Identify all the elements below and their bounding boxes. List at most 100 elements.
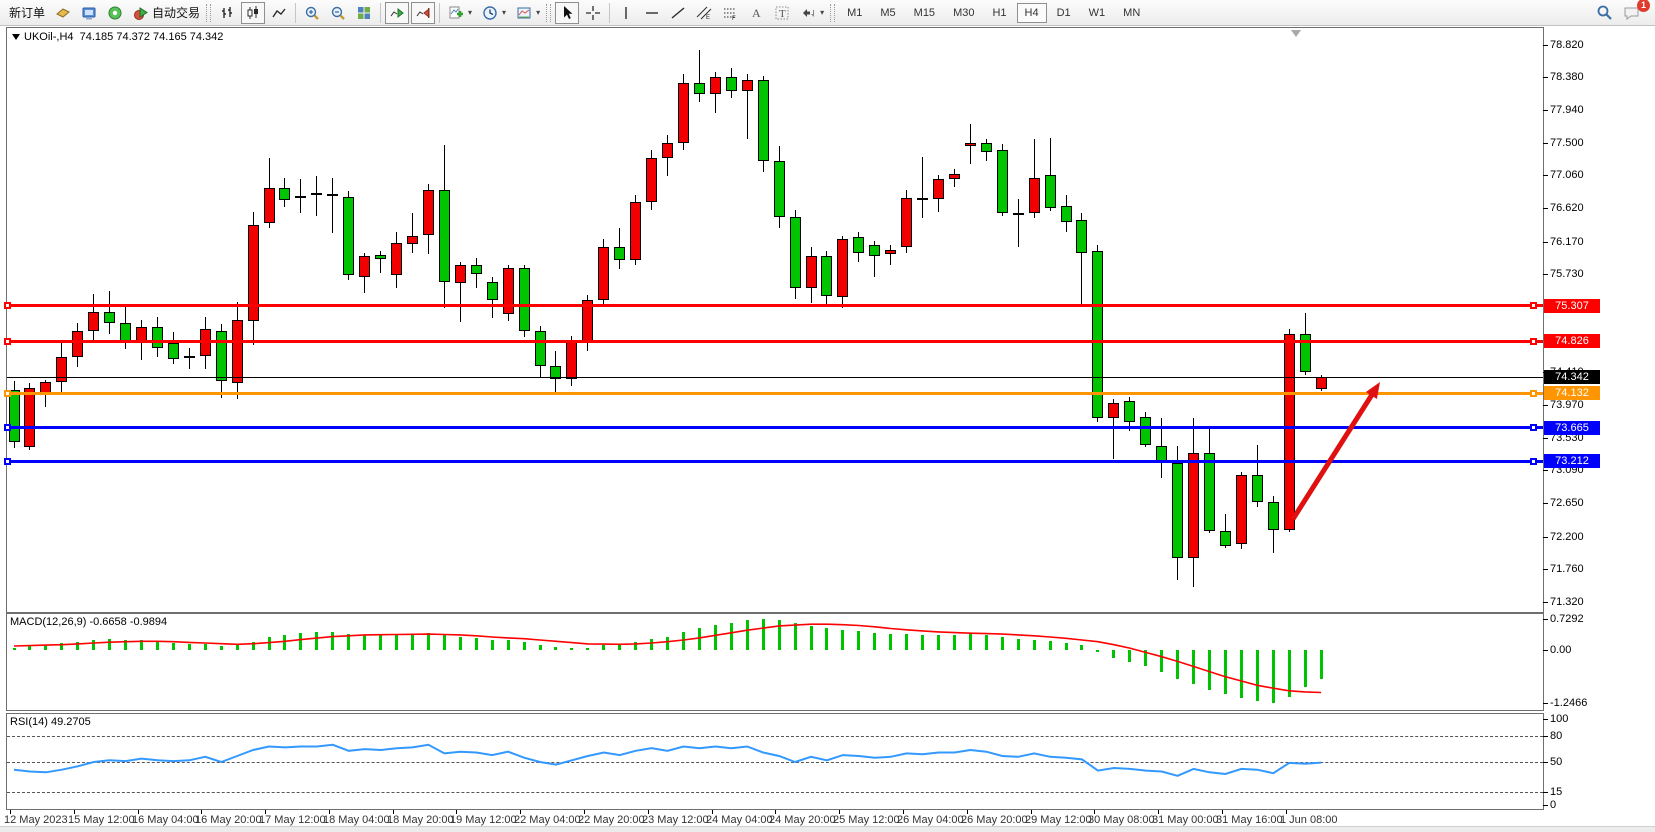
candle-body <box>1076 220 1087 253</box>
horizontal-line-object[interactable] <box>7 426 1543 429</box>
time-axis-label: 16 May 04:00 <box>132 814 199 826</box>
notifications-button[interactable]: 1 <box>1619 2 1645 24</box>
cursor-button[interactable] <box>555 2 579 24</box>
signals-button[interactable] <box>103 2 127 24</box>
candle-wick <box>890 245 891 264</box>
candle-body <box>901 198 912 247</box>
timeframe-mn-button[interactable]: MN <box>1115 3 1148 23</box>
time-axis-label: 26 May 04:00 <box>897 814 964 826</box>
candle-body <box>471 265 482 273</box>
horizontal-line-button[interactable] <box>640 2 664 24</box>
line-anchor-handle[interactable] <box>4 338 11 345</box>
svg-text:A: A <box>752 6 761 20</box>
chart-shift-button[interactable] <box>411 2 435 24</box>
candle-body <box>1236 475 1247 544</box>
candlestick-chart-icon <box>245 5 261 21</box>
text-label-button[interactable]: T <box>770 2 794 24</box>
timeframe-w1-button[interactable]: W1 <box>1081 3 1114 23</box>
deposit-button[interactable] <box>51 2 75 24</box>
timeframe-m30-button[interactable]: M30 <box>945 3 982 23</box>
line-anchor-handle[interactable] <box>1530 338 1537 345</box>
rsi-level-line <box>7 736 1543 737</box>
horizontal-line-object[interactable] <box>7 340 1543 343</box>
macd-histogram-bar <box>953 635 956 650</box>
indicators-icon <box>448 5 464 21</box>
line-anchor-handle[interactable] <box>4 390 11 397</box>
macd-histogram-bar <box>1144 650 1147 666</box>
candle-body <box>742 80 753 91</box>
candle-wick <box>922 157 923 218</box>
auto-scroll-button[interactable] <box>385 2 409 24</box>
candle-body <box>646 158 657 203</box>
macd-histogram-bar <box>268 637 271 650</box>
macd-histogram-bar <box>1176 650 1179 679</box>
line-anchor-handle[interactable] <box>1530 458 1537 465</box>
macd-axis-label: 0.7292 <box>1550 613 1584 625</box>
candle-body <box>184 356 195 358</box>
line-chart-button[interactable] <box>267 2 291 24</box>
templates-button[interactable]: ▾ <box>512 2 544 24</box>
horizontal-line-object[interactable] <box>7 460 1543 463</box>
macd-histogram-bar <box>347 634 350 650</box>
timeframe-m1-button[interactable]: M1 <box>839 3 870 23</box>
price-axis-label: 71.760 <box>1550 563 1584 575</box>
vertical-line-button[interactable] <box>614 2 638 24</box>
line-anchor-handle[interactable] <box>1530 390 1537 397</box>
macd-histogram-bar <box>1208 650 1211 689</box>
line-anchor-handle[interactable] <box>1530 424 1537 431</box>
price-axis-tick <box>1543 208 1548 209</box>
macd-histogram-bar <box>1192 650 1195 684</box>
horizontal-line-object[interactable] <box>7 392 1543 395</box>
macd-histogram-bar <box>13 648 16 651</box>
chart-shift-marker[interactable] <box>1291 30 1301 37</box>
candle-wick <box>1018 199 1019 247</box>
price-axis-tick <box>1543 242 1548 243</box>
price-axis-label: 72.200 <box>1550 531 1584 543</box>
new-order-button[interactable]: 新订单 <box>5 2 49 24</box>
svg-text:E: E <box>706 15 710 21</box>
crosshair-button[interactable] <box>581 2 605 24</box>
indicators-button[interactable]: ▾ <box>444 2 476 24</box>
candlestick-chart-button[interactable] <box>241 2 265 24</box>
zoom-in-button[interactable] <box>300 2 324 24</box>
bar-chart-button[interactable] <box>215 2 239 24</box>
gold-icon <box>55 5 71 21</box>
zoom-out-button[interactable] <box>326 2 350 24</box>
arrows-button[interactable]: ▾ <box>796 2 828 24</box>
price-axis-tick <box>1543 110 1548 111</box>
candle-body <box>375 255 386 259</box>
autotrading-button[interactable]: 自动交易 <box>129 2 204 24</box>
timeframe-group: M1M5M15M30H1H4D1W1MN <box>838 3 1149 23</box>
tile-windows-button[interactable] <box>352 2 376 24</box>
timeframe-m5-button[interactable]: M5 <box>872 3 903 23</box>
chart-window[interactable]: UKOil-,H4 74.185 74.372 74.165 74.342 MA… <box>0 26 1655 831</box>
text-button[interactable]: A <box>744 2 768 24</box>
search-button[interactable] <box>1592 2 1617 24</box>
fibonacci-button[interactable]: F <box>718 2 742 24</box>
web-terminal-button[interactable] <box>77 2 101 24</box>
line-anchor-handle[interactable] <box>4 424 11 431</box>
timeframe-m15-button[interactable]: M15 <box>906 3 943 23</box>
horizontal-line-object[interactable] <box>7 377 1543 378</box>
candle-body <box>614 247 625 260</box>
horizontal-line-object[interactable] <box>7 304 1543 307</box>
line-anchor-handle[interactable] <box>4 302 11 309</box>
line-anchor-handle[interactable] <box>1530 302 1537 309</box>
trendline-button[interactable] <box>666 2 690 24</box>
periods-button[interactable]: ▾ <box>478 2 510 24</box>
candle-body <box>1204 453 1215 532</box>
line-anchor-handle[interactable] <box>4 458 11 465</box>
macd-histogram-bar <box>873 633 876 650</box>
one-click-trading-toggle-icon[interactable] <box>12 34 20 40</box>
candle-body <box>821 256 832 296</box>
rsi-axis-tick <box>1543 719 1548 720</box>
autotrading-label: 自动交易 <box>152 4 200 21</box>
candle-body <box>997 150 1008 213</box>
equidistant-channel-button[interactable]: E <box>692 2 716 24</box>
timeframe-h1-button[interactable]: H1 <box>984 3 1014 23</box>
candle-body <box>503 268 514 314</box>
macd-histogram-bar <box>1224 650 1227 694</box>
macd-pane[interactable] <box>6 613 1544 711</box>
timeframe-h4-button[interactable]: H4 <box>1017 3 1047 23</box>
timeframe-d1-button[interactable]: D1 <box>1049 3 1079 23</box>
